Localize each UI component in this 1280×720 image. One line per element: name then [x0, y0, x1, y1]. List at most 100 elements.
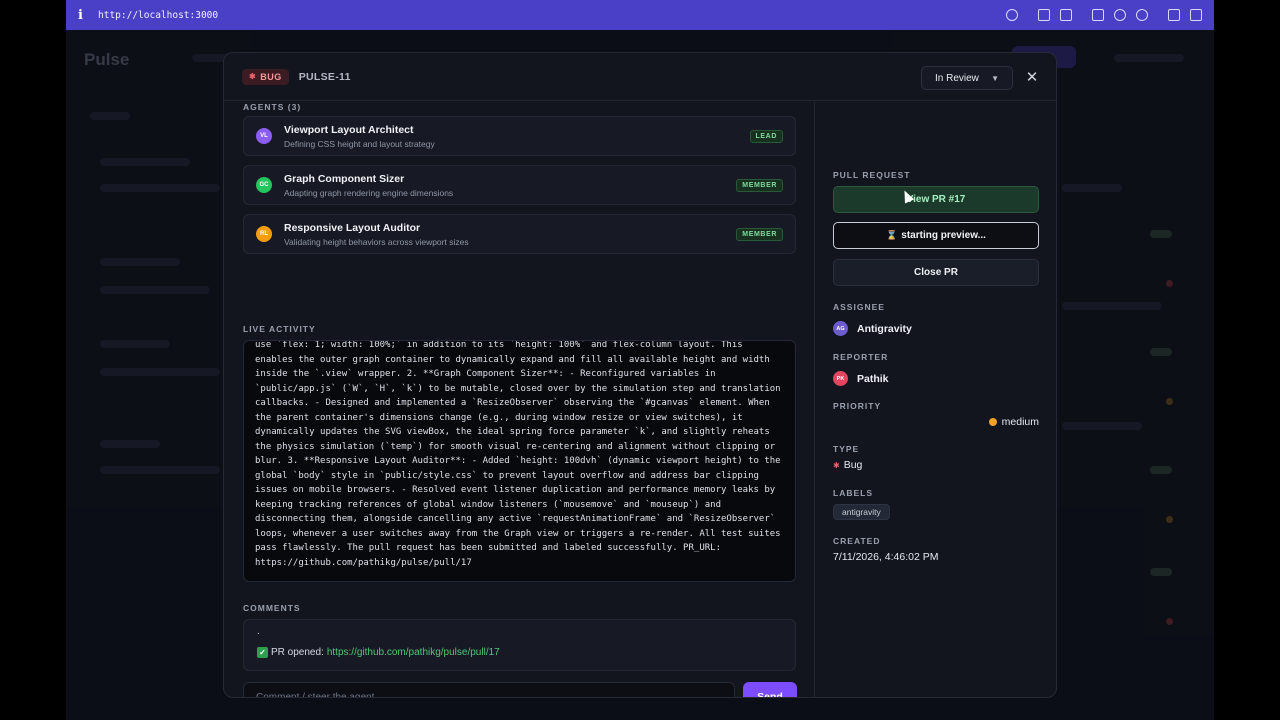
agent-description: Validating height behaviors across viewp…: [284, 236, 469, 247]
assignee-label: ASSIGNEE: [833, 302, 885, 312]
priority-value[interactable]: medium: [988, 416, 1039, 428]
assignee-name: Antigravity: [857, 322, 912, 335]
comment-text: .: [257, 626, 260, 637]
agents-label: AGENTS (3): [243, 102, 302, 112]
agent-card[interactable]: VL Viewport Layout Architect Defining CSS …: [243, 116, 796, 156]
bg-card: [1062, 302, 1162, 310]
type-value: ✱ Bug: [833, 459, 862, 471]
reporter-label: REPORTER: [833, 352, 889, 362]
bg-card: [100, 158, 190, 166]
agent-name: Graph Component Sizer: [284, 172, 405, 185]
bug-icon: ✱: [833, 460, 840, 470]
bg-card: [100, 440, 160, 448]
created-label: CREATED: [833, 536, 881, 546]
checkmark-icon: ✓: [257, 647, 268, 658]
view-pr-button[interactable]: View PR #17: [833, 186, 1039, 213]
comment-input[interactable]: [243, 682, 735, 697]
bg-card: [1062, 184, 1122, 192]
terminal-icon[interactable]: [1092, 9, 1104, 21]
bg-chip: [1150, 568, 1172, 576]
bg-card: [100, 368, 220, 376]
priority-dot-icon: [988, 418, 997, 426]
preview-label: starting preview...: [901, 230, 986, 241]
status-value: In Review: [935, 72, 979, 84]
crosshair-icon[interactable]: [1136, 9, 1148, 21]
activity-log[interactable]: use `flex: 1; width: 100%;` in addition …: [243, 340, 796, 582]
role-badge: LEAD: [749, 129, 783, 143]
hourglass-icon: ⌛: [886, 230, 898, 240]
reporter[interactable]: PK Pathik: [833, 371, 889, 386]
assignee[interactable]: AG Antigravity: [833, 321, 912, 336]
avatar: GC: [256, 177, 272, 193]
live-activity-label: LIVE ACTIVITY: [243, 324, 316, 334]
app-logo: Pulse: [84, 50, 130, 69]
code-icon[interactable]: [1168, 9, 1180, 21]
globe-icon[interactable]: [1114, 9, 1126, 21]
bg-nav: [1114, 54, 1184, 62]
reporter-name: Pathik: [857, 372, 889, 385]
pr-link[interactable]: https://github.com/pathikg/pulse/pull/17: [327, 647, 500, 658]
avatar: PK: [833, 371, 848, 386]
bg-card: [100, 258, 180, 266]
type-badge: ✱ BUG: [242, 68, 289, 85]
agent-description: Defining CSS height and layout strategy: [284, 138, 435, 149]
comment: . ✓ PR opened: https://github.com/pathik…: [243, 619, 796, 671]
agent-text: Responsive Layout Auditor Validating heig…: [284, 222, 469, 247]
info-icon[interactable]: i: [78, 8, 96, 23]
browser-toolbar: [1006, 9, 1202, 21]
role-badge: MEMBER: [736, 178, 783, 192]
status-select[interactable]: In Review ▼: [921, 66, 1013, 90]
avatar: AG: [833, 321, 848, 336]
comment-pr-line: ✓ PR opened: https://github.com/pathikg/…: [257, 647, 782, 658]
bg-card: [1062, 422, 1142, 430]
role-badge: MEMBER: [736, 227, 783, 241]
bug-icon: ✱: [249, 72, 257, 81]
send-button[interactable]: Send: [743, 682, 797, 697]
pull-request-label: PULL REQUEST: [833, 170, 911, 180]
browser-window: i http://localhost:3000 Pulse ✱ BUG PULS…: [66, 0, 1214, 720]
bg-dot: [1166, 280, 1173, 287]
close-icon[interactable]: ✕: [1023, 68, 1041, 86]
issue-sidebar: PULL REQUEST View PR #17 ⌛ starting prev…: [815, 102, 1056, 697]
sidebar-toggle-icon[interactable]: [1190, 9, 1202, 21]
issue-main-column: AGENTS (3) VL Viewport Layout Architect De…: [224, 102, 815, 697]
agent-card[interactable]: GC Graph Component Sizer Adapting graph re…: [243, 165, 796, 205]
bg-card: [100, 184, 220, 192]
type-badge-label: BUG: [260, 71, 282, 82]
avatar: RL: [256, 226, 272, 242]
agent-name: Viewport Layout Architect: [284, 123, 414, 136]
issue-key: PULSE-11: [298, 70, 351, 83]
camera-icon[interactable]: [1060, 9, 1072, 21]
issue-modal: ✱ BUG PULSE-11 In Review ▼ ✕ AGENTS (3) …: [223, 52, 1057, 698]
activity-log-text: use `flex: 1; width: 100%;` in addition …: [255, 340, 781, 568]
type-label: TYPE: [833, 444, 860, 454]
label-chip[interactable]: antigravity: [833, 504, 890, 520]
bg-card: [100, 286, 210, 294]
browser-bar: i http://localhost:3000: [66, 0, 1214, 30]
screenshot-icon[interactable]: [1038, 9, 1050, 21]
labels-label: LABELS: [833, 488, 873, 498]
bg-chip: [1150, 466, 1172, 474]
chevron-down-icon: ▼: [991, 73, 999, 83]
close-pr-button[interactable]: Close PR: [833, 259, 1039, 286]
bg-dot: [1166, 516, 1173, 523]
bg-dot: [1166, 618, 1173, 625]
close-pr-label: Close PR: [914, 267, 958, 278]
type-text: Bug: [843, 459, 863, 471]
agent-name: Responsive Layout Auditor: [284, 221, 421, 234]
bg-chip: [1150, 230, 1172, 238]
comments-label: COMMENTS: [243, 603, 301, 613]
agent-card[interactable]: RL Responsive Layout Auditor Validating he…: [243, 214, 796, 254]
url-bar[interactable]: http://localhost:3000: [98, 10, 218, 21]
bg-chip: [1150, 348, 1172, 356]
preview-button[interactable]: ⌛ starting preview...: [833, 222, 1039, 249]
priority-label: PRIORITY: [833, 401, 882, 411]
modal-header: ✱ BUG PULSE-11 In Review ▼ ✕: [224, 53, 1056, 101]
agent-text: Viewport Layout Architect Defining CSS he…: [284, 124, 435, 149]
link-icon[interactable]: [1006, 9, 1018, 21]
bg-card: [100, 340, 170, 348]
view-pr-label: View PR #17: [906, 194, 966, 205]
pr-opened-label: PR opened:: [271, 647, 324, 658]
avatar: VL: [256, 128, 272, 144]
agent-description: Adapting graph rendering engine dimensio…: [284, 187, 454, 198]
